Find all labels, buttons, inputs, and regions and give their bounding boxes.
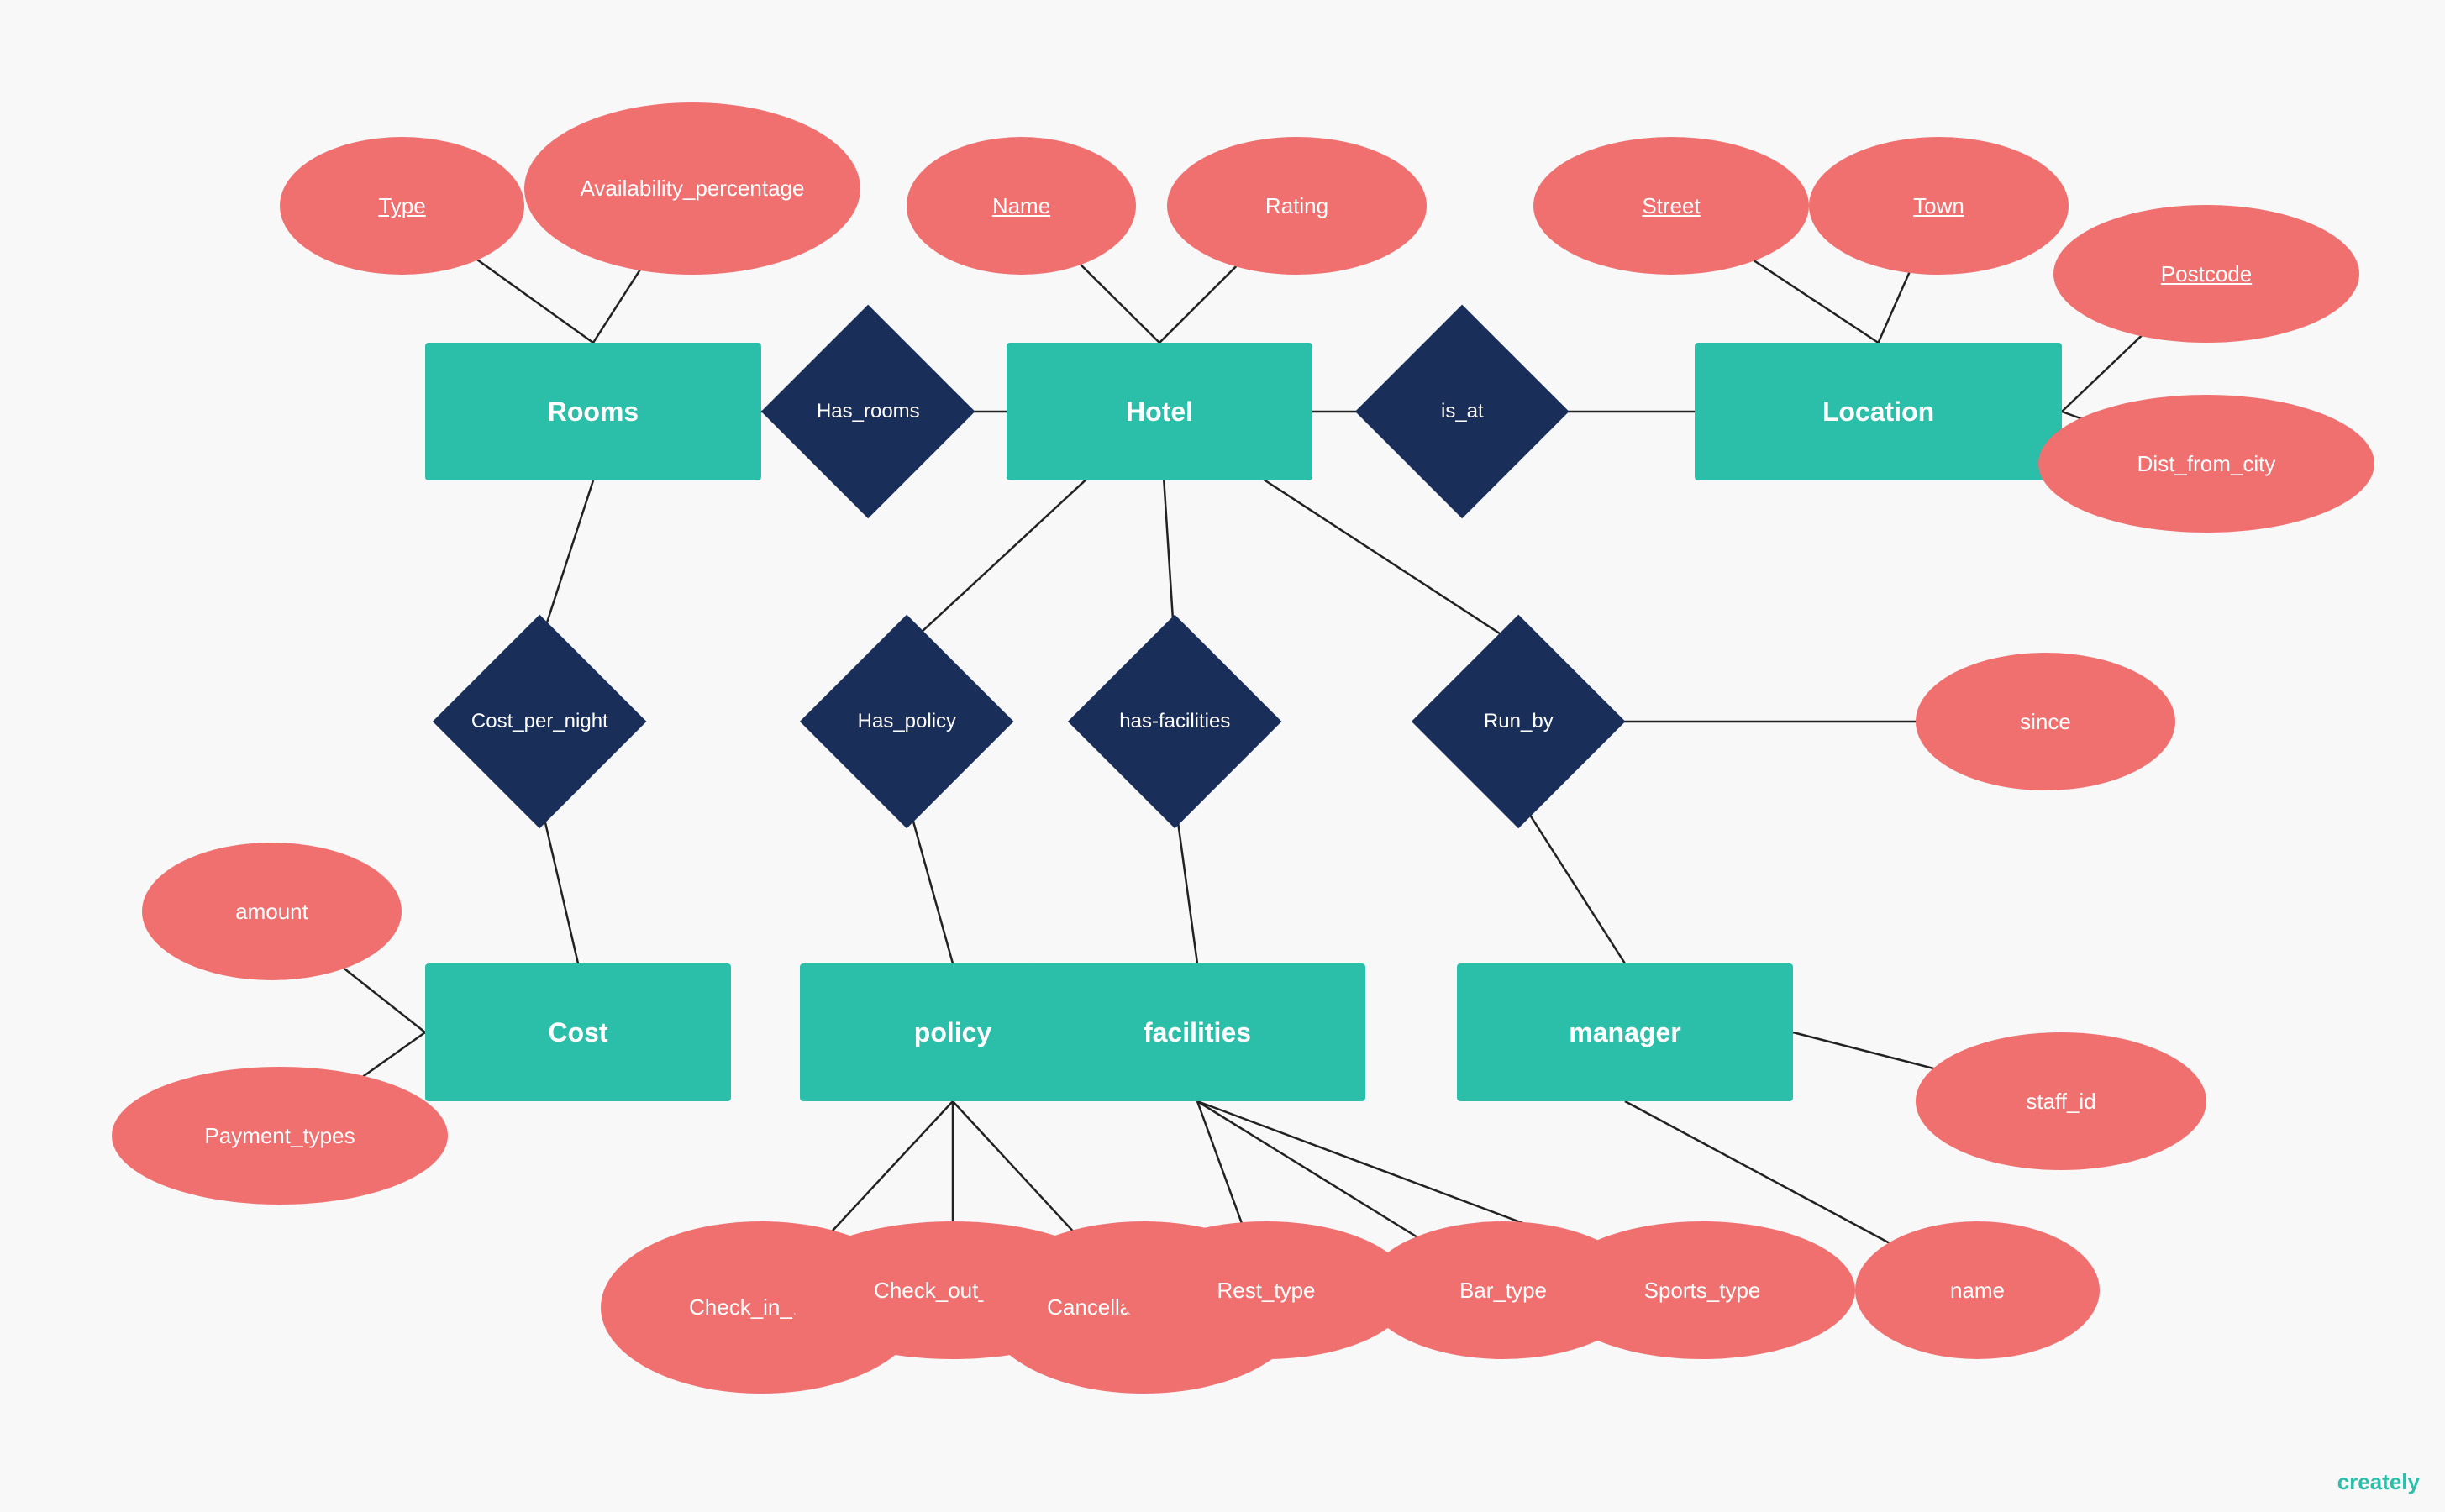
attribute-postcode: Postcode — [2053, 205, 2359, 343]
relationship-cost_per_night: Cost_per_night — [432, 614, 646, 828]
entity-hotel: Hotel — [1007, 343, 1312, 480]
relationship-is_at: is_at — [1355, 304, 1570, 518]
entity-manager: manager — [1457, 963, 1793, 1101]
creately-branding: creately — [2337, 1469, 2420, 1495]
attribute-name_hotel: Name — [907, 137, 1136, 275]
relationship-has_rooms: Has_rooms — [761, 304, 975, 518]
attribute-rating: Rating — [1167, 137, 1427, 275]
relationship-has_policy: Has_policy — [799, 614, 1013, 828]
attribute-street: Street — [1533, 137, 1809, 275]
attribute-town: Town — [1809, 137, 2069, 275]
attribute-amount: amount — [142, 843, 402, 980]
relationship-has_facilities: has-facilities — [1067, 614, 1281, 828]
relationship-run_by: Run_by — [1412, 614, 1626, 828]
entity-facilities: facilities — [1029, 963, 1365, 1101]
attribute-sports_type: Sports_type — [1549, 1221, 1855, 1359]
entity-cost: Cost — [425, 963, 731, 1101]
attribute-type: Type — [280, 137, 524, 275]
attribute-manager_name: name — [1855, 1221, 2100, 1359]
entity-rooms: Rooms — [425, 343, 761, 480]
attribute-since: since — [1916, 653, 2175, 790]
attribute-payment_types: Payment_types — [112, 1067, 448, 1205]
attribute-staff_id: staff_id — [1916, 1032, 2206, 1170]
attribute-dist_from_city: Dist_from_city — [2038, 395, 2374, 533]
entity-location: Location — [1695, 343, 2062, 480]
attribute-availability: Availability_percentage — [524, 102, 860, 275]
